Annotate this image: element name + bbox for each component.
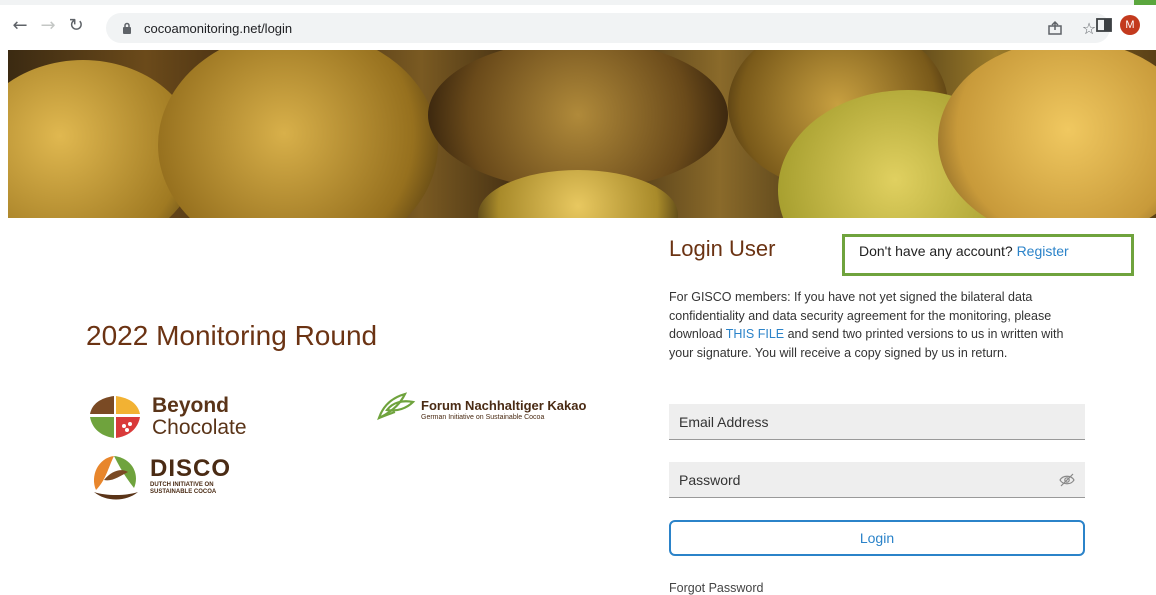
url-text[interactable]: cocoamonitoring.net/login <box>144 21 292 36</box>
disco-logo-name: DISCO <box>150 455 232 482</box>
browser-toolbar: ← → ↻ cocoamonitoring.net/login ☆ M <box>0 0 1156 48</box>
eye-slash-icon[interactable] <box>1059 472 1075 488</box>
beyond-logo-line1: Beyond <box>152 394 230 417</box>
back-icon[interactable]: ← <box>8 14 32 38</box>
register-prompt: Don't have any account? <box>859 243 1013 259</box>
forward-icon[interactable]: → <box>36 14 60 38</box>
forum-leaf-icon <box>377 392 416 421</box>
profile-avatar[interactable]: M <box>1120 15 1140 35</box>
page-title: 2022 Monitoring Round <box>86 320 378 351</box>
register-link[interactable]: Register <box>1017 243 1069 259</box>
side-panel-icon[interactable] <box>1095 16 1113 34</box>
email-field[interactable] <box>669 404 1085 440</box>
beyond-chocolate-icon <box>90 396 140 438</box>
email-input[interactable] <box>669 404 1085 439</box>
disco-logo-line2: SUSTAINABLE COCOA <box>150 489 217 495</box>
forum-logo-subtitle: German Initiative on Sustainable Cocoa <box>421 414 545 421</box>
beyond-logo-line2: Chocolate <box>152 416 247 439</box>
address-bar[interactable]: cocoamonitoring.net/login ☆ <box>106 13 1110 43</box>
lock-icon[interactable] <box>120 21 134 35</box>
forgot-password-link[interactable]: Forgot Password <box>669 581 763 595</box>
disco-icon <box>94 456 138 500</box>
reload-icon[interactable]: ↻ <box>64 14 88 38</box>
disco-logo-line1: DUTCH INITIATIVE ON <box>150 482 214 488</box>
password-input[interactable] <box>669 462 1085 497</box>
tab-strip-edge <box>0 0 1156 5</box>
cocoa-pods-banner <box>8 50 1156 218</box>
gisco-notice: For GISCO members: If you have not yet s… <box>669 288 1089 362</box>
forum-nachhaltiger-kakao-logo: Forum Nachhaltiger Kakao German Initiati… <box>375 388 586 424</box>
password-field[interactable] <box>669 462 1085 498</box>
window-accent <box>1134 0 1156 5</box>
login-title: Login User <box>669 236 776 261</box>
share-icon[interactable] <box>1046 19 1064 37</box>
disco-logo: DISCO DUTCH INITIATIVE ON SUSTAINABLE CO… <box>88 450 231 502</box>
forum-logo-name: Forum Nachhaltiger Kakao <box>421 398 587 413</box>
register-callout: Don't have any account? Register <box>842 234 1134 276</box>
this-file-link[interactable]: THIS FILE <box>726 327 784 341</box>
beyond-chocolate-logo: Beyond Chocolate <box>86 392 247 442</box>
login-button[interactable]: Login <box>669 520 1085 556</box>
